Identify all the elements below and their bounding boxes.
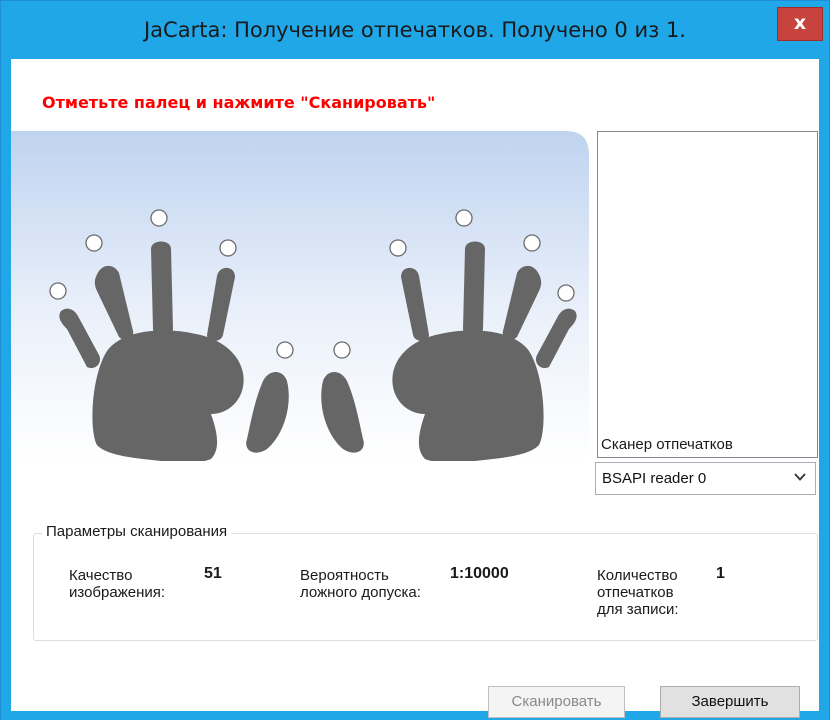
quality-label-line2: изображения: bbox=[69, 584, 166, 601]
window-frame-left bbox=[1, 59, 11, 711]
fingerprint-preview bbox=[597, 131, 818, 458]
chevron-down-icon[interactable] bbox=[793, 470, 807, 484]
left-middle-finger bbox=[151, 241, 173, 335]
dialog-window: JaCarta: Получение отпечатков. Получено … bbox=[0, 0, 830, 720]
finger-marker-left-thumb[interactable] bbox=[276, 341, 294, 359]
finger-marker-right-thumb[interactable] bbox=[333, 341, 351, 359]
scanner-label: Сканер отпечатков bbox=[601, 436, 733, 453]
finger-marker-left-ring[interactable] bbox=[85, 234, 103, 252]
quality-value: 51 bbox=[204, 565, 222, 582]
count-label-line3: для записи: bbox=[597, 601, 679, 618]
instruction-text: Отметьте палец и нажмите "Сканировать" bbox=[42, 93, 436, 112]
finish-button[interactable]: Завершить bbox=[660, 686, 800, 718]
scan-params-legend: Параметры сканирования bbox=[42, 523, 232, 540]
title-bar[interactable]: JaCarta: Получение отпечатков. Получено … bbox=[1, 1, 829, 59]
hands-illustration bbox=[11, 131, 589, 463]
window-title: JaCarta: Получение отпечатков. Получено … bbox=[143, 18, 686, 42]
count-value: 1 bbox=[716, 565, 725, 582]
scanner-selected-value: BSAPI reader 0 bbox=[602, 470, 707, 487]
finger-marker-right-index[interactable] bbox=[389, 239, 407, 257]
finger-marker-left-index[interactable] bbox=[219, 239, 237, 257]
finger-marker-left-middle[interactable] bbox=[150, 209, 168, 227]
right-middle-finger bbox=[463, 241, 485, 335]
far-value: 1:10000 bbox=[450, 565, 509, 582]
far-label-line2: ложного допуска: bbox=[300, 584, 421, 601]
window-frame-right bbox=[819, 59, 829, 711]
finger-marker-right-middle[interactable] bbox=[455, 209, 473, 227]
close-button[interactable]: x bbox=[777, 7, 823, 41]
scan-button[interactable]: Сканировать bbox=[488, 686, 625, 718]
hands-panel bbox=[11, 131, 589, 463]
finger-marker-left-pinky[interactable] bbox=[49, 282, 67, 300]
finger-marker-right-ring[interactable] bbox=[523, 234, 541, 252]
scanner-select[interactable]: BSAPI reader 0 bbox=[595, 462, 816, 495]
finger-marker-right-pinky[interactable] bbox=[557, 284, 575, 302]
dialog-client-area: Отметьте палец и нажмите "Сканировать" С… bbox=[11, 59, 819, 718]
